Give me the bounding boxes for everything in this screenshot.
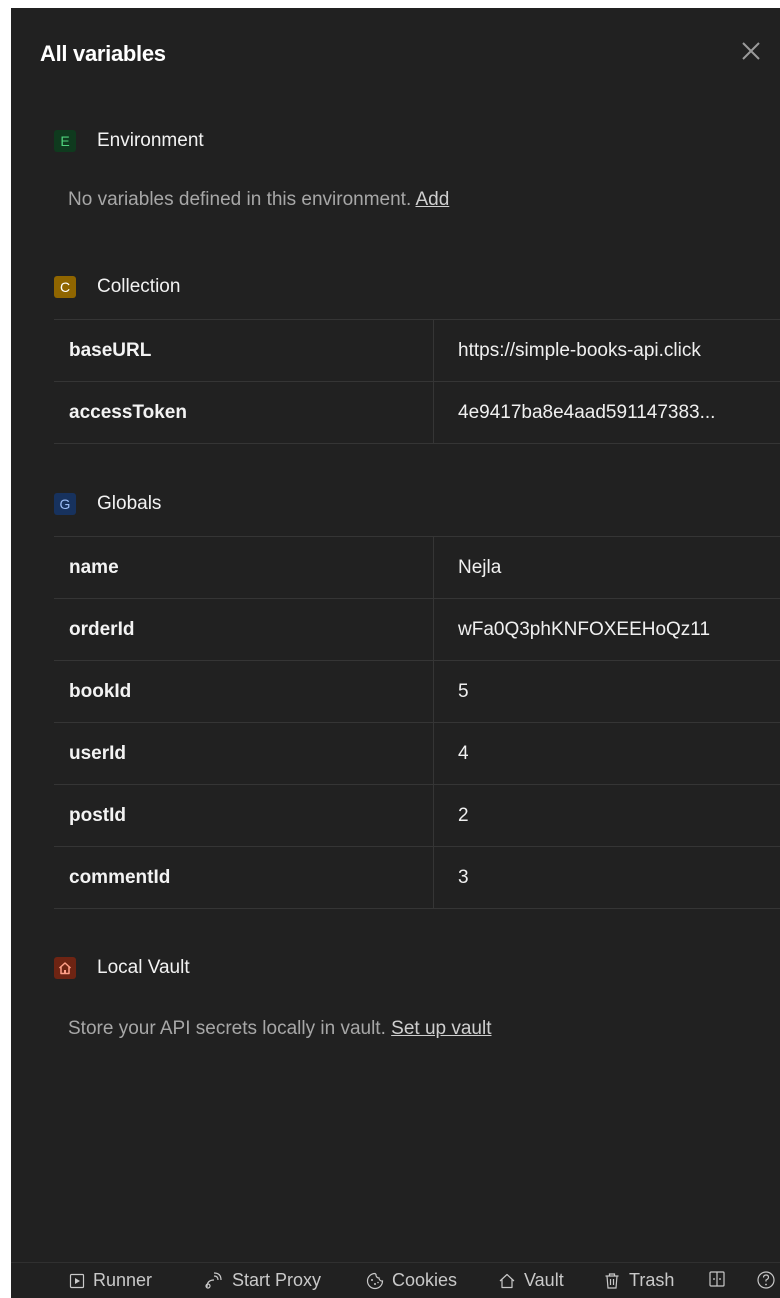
vault-icon [499,1273,515,1288]
table-row[interactable]: commentId 3 [54,846,780,909]
globals-label: Globals [97,493,162,514]
variable-key: commentId [54,846,434,909]
cookie-icon [366,1272,384,1289]
variable-key: name [54,536,434,599]
table-row[interactable]: name Nejla [54,536,780,599]
collection-section-header: C Collection [54,275,180,299]
layout-toggle-button[interactable] [708,1270,734,1288]
vault-text: Store your API secrets locally in vault. [68,1018,386,1039]
vault-label: Local Vault [97,957,190,978]
runner-button[interactable]: Runner [69,1270,152,1291]
all-variables-panel: All variables E Environment No variables… [11,8,780,1298]
environment-empty-text: No variables defined in this environment… [68,189,412,210]
vault-section-header: Local Vault [54,956,190,980]
variable-value[interactable]: Nejla [433,536,780,599]
table-row[interactable]: bookId 5 [54,660,780,723]
variable-value[interactable]: 5 [433,660,780,723]
table-row[interactable]: baseURL https://simple-books-api.click [54,319,780,382]
help-icon [757,1271,775,1289]
set-up-vault-link[interactable]: Set up vault [391,1018,491,1039]
status-bar: Runner Start Proxy Cookies Vault Trash [11,1262,780,1298]
environment-label: Environment [97,130,204,151]
table-row[interactable]: orderId wFa0Q3phKNFOXEEHoQz11 [54,598,780,661]
collection-badge: C [54,276,76,298]
vault-footer-label: Vault [524,1270,564,1290]
start-proxy-label: Start Proxy [232,1270,322,1290]
table-row[interactable]: accessToken 4e9417ba8e4aad591147383... [54,381,780,444]
table-row[interactable]: postId 2 [54,784,780,847]
variable-key: orderId [54,598,434,661]
variable-key: bookId [54,660,434,723]
home-icon [54,957,76,979]
two-pane-icon [709,1271,725,1287]
variable-key: accessToken [54,381,434,444]
runner-label: Runner [93,1270,153,1290]
environment-badge: E [54,130,76,152]
globals-badge: G [54,493,76,515]
globals-variables-table: name Nejla orderId wFa0Q3phKNFOXEEHoQz11… [54,536,780,909]
variable-value[interactable]: wFa0Q3phKNFOXEEHoQz11 [433,598,780,661]
vault-button[interactable]: Vault [498,1270,564,1291]
variable-key: baseURL [54,319,434,382]
trash-icon [605,1272,619,1289]
collection-variables-table: baseURL https://simple-books-api.click a… [54,319,780,444]
variable-key: postId [54,784,434,847]
cookies-button[interactable]: Cookies [366,1270,457,1291]
environment-section-header: E Environment [54,129,204,153]
add-variable-link[interactable]: Add [415,189,449,210]
variable-value[interactable]: 3 [433,846,780,909]
trash-label: Trash [629,1270,675,1290]
close-icon[interactable] [738,38,764,64]
variable-value[interactable]: 4e9417ba8e4aad591147383... [433,381,780,444]
variable-value[interactable]: https://simple-books-api.click [433,319,780,382]
vault-message: Store your API secrets locally in vault.… [68,1018,492,1040]
variable-value[interactable]: 2 [433,784,780,847]
runner-icon [69,1273,85,1288]
help-button[interactable] [756,1270,780,1290]
trash-button[interactable]: Trash [603,1270,674,1291]
cookies-label: Cookies [392,1270,458,1290]
globals-section-header: G Globals [54,492,161,516]
table-row[interactable]: userId 4 [54,722,780,785]
satellite-icon [205,1271,222,1289]
panel-title: All variables [40,41,166,66]
variable-value[interactable]: 4 [433,722,780,785]
collection-label: Collection [97,276,181,297]
variable-key: userId [54,722,434,785]
start-proxy-button[interactable]: Start Proxy [204,1270,321,1291]
environment-empty-message: No variables defined in this environment… [68,189,449,211]
